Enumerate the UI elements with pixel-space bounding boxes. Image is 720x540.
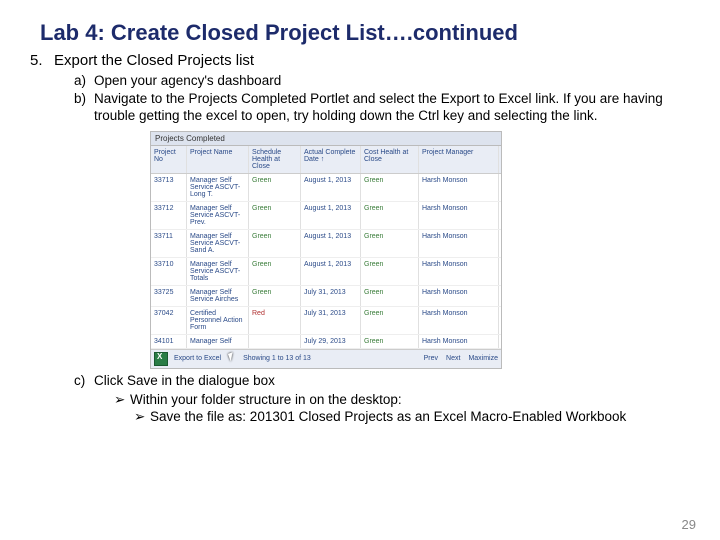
portlet-body: 33713Manager Self Service ASCVT- Long T.…	[151, 174, 501, 349]
col-cost-health: Cost Health at Close	[361, 146, 419, 173]
next-link[interactable]: Next	[446, 355, 460, 362]
excel-icon	[154, 352, 168, 366]
bullet-level-1: ➢ Within your folder structure in on the…	[114, 392, 690, 409]
table-row: 33710Manager Self Service ASCVT- TotalsG…	[151, 258, 501, 286]
table-row: 33711Manager Self Service ASCVT- Sand A.…	[151, 230, 501, 258]
substep-b: b) Navigate to the Projects Completed Po…	[74, 91, 690, 125]
arrow-icon: ➢	[114, 392, 130, 409]
col-project-name: Project Name	[187, 146, 249, 173]
portlet-header-row: Project No Project Name Schedule Health …	[151, 146, 501, 174]
substep-body: Open your agency's dashboard	[94, 73, 690, 90]
substep-letter: a)	[74, 73, 94, 90]
page-title: Lab 4: Create Closed Project List….conti…	[40, 20, 690, 46]
col-project-no: Project No	[151, 146, 187, 173]
page-number: 29	[682, 517, 696, 532]
cursor-icon	[227, 352, 237, 366]
step-number: 5.	[30, 52, 54, 69]
col-complete-date: Actual Complete Date ↑	[301, 146, 361, 173]
maximize-link[interactable]: Maximize	[468, 355, 498, 362]
col-project-manager: Project Manager	[419, 146, 499, 173]
substep-letter: b)	[74, 91, 94, 125]
portlet-title: Projects Completed	[151, 132, 501, 146]
substep-a: a) Open your agency's dashboard	[74, 73, 690, 90]
substep-c: c) Click Save in the dialogue box ➢ With…	[74, 373, 690, 428]
substep-body: Click Save in the dialogue box ➢ Within …	[94, 373, 690, 428]
table-row: 33713Manager Self Service ASCVT- Long T.…	[151, 174, 501, 202]
prev-link[interactable]: Prev	[424, 355, 438, 362]
arrow-icon: ➢	[134, 409, 150, 426]
table-row: 37042Certified Personnel Action FormRedJ…	[151, 307, 501, 335]
step-text: Export the Closed Projects list	[54, 52, 254, 69]
step-5: 5. Export the Closed Projects list	[30, 52, 690, 69]
table-row: 33725Manager Self Service AirchesGreenJu…	[151, 286, 501, 307]
portlet-footer: Export to Excel Showing 1 to 13 of 13 Pr…	[151, 349, 501, 368]
substep-body: Navigate to the Projects Completed Portl…	[94, 91, 690, 125]
substep-letter: c)	[74, 373, 94, 428]
table-row: 34101Manager SelfJuly 29, 2013GreenHarsh…	[151, 335, 501, 349]
col-schedule-health: Schedule Health at Close	[249, 146, 301, 173]
table-row: 33712Manager Self Service ASCVT- Prev.Gr…	[151, 202, 501, 230]
showing-label: Showing 1 to 13 of 13	[243, 355, 311, 362]
portlet-screenshot: Projects Completed Project No Project Na…	[150, 131, 502, 369]
bullet-level-2: ➢ Save the file as: 201301 Closed Projec…	[134, 409, 690, 426]
export-to-excel-link[interactable]: Export to Excel	[174, 355, 221, 362]
